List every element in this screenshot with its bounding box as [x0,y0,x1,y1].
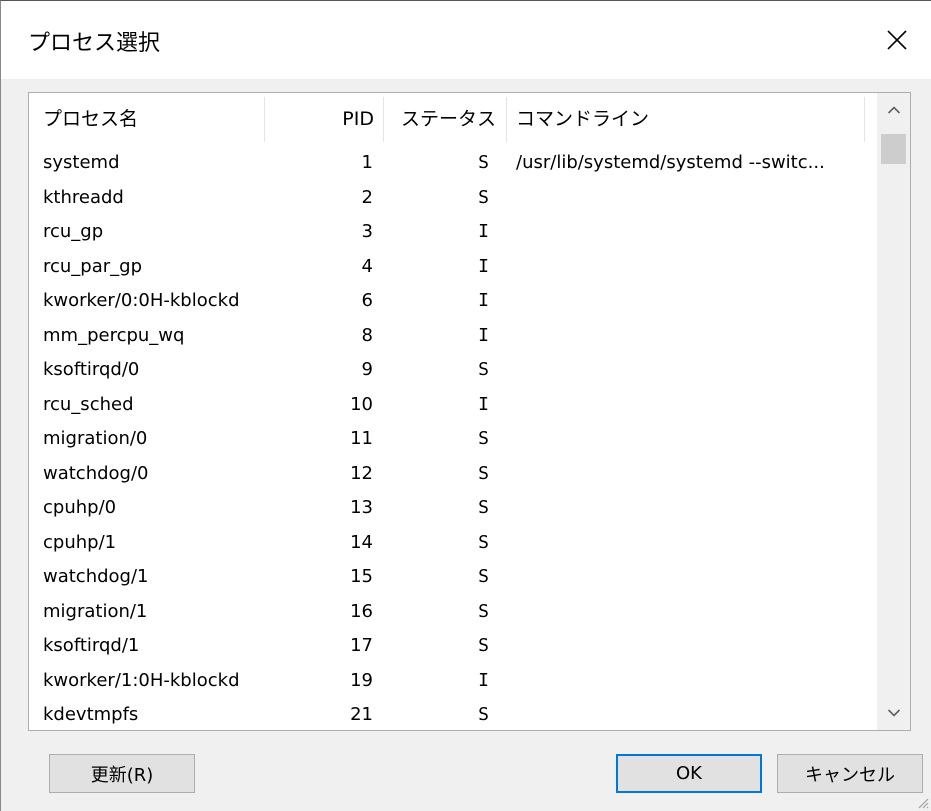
pid-cell: 15 [350,566,373,587]
status-cell: S [478,428,489,449]
column-divider[interactable] [864,97,865,142]
column-header-process-name[interactable]: プロセス名 [43,93,138,146]
list-header: プロセス名 PID ステータス コマンドライン [29,93,878,146]
close-icon [887,30,907,50]
table-row[interactable]: mm_percpu_wq 8 I [29,319,878,354]
pid-cell: 16 [350,600,373,622]
table-row[interactable]: cpuhp/0 13 S [29,491,878,526]
table-row[interactable]: migration/0 11 S [29,422,878,457]
table-row[interactable]: kthreadd 2 S [29,181,878,216]
column-header-pid[interactable]: PID [314,93,374,146]
process-name-cell: kworker/1:0H-kblockd [43,669,240,691]
pid-cell: 8 [361,324,373,346]
pid-cell: 10 [350,393,373,415]
pid-cell: 17 [350,635,373,656]
table-row[interactable]: ksoftirqd/0 9 S [29,353,878,388]
process-name-cell: kthreadd [43,186,124,208]
status-cell: S [478,359,489,380]
process-name-cell: kworker/0:0H-kblockd [43,290,240,311]
status-cell: I [478,324,489,346]
pid-cell: 6 [361,290,373,311]
column-divider[interactable] [506,97,507,142]
refresh-button[interactable]: 更新(R) [49,754,195,793]
status-cell: S [478,600,489,622]
pid-cell: 13 [350,497,373,518]
close-button[interactable] [863,1,931,79]
process-name-cell: watchdog/1 [43,566,149,587]
vertical-scrollbar[interactable] [877,93,910,730]
process-name-cell: kdevtmpfs [43,704,139,725]
pid-cell: 1 [361,152,373,173]
process-name-cell: rcu_gp [43,221,104,242]
status-cell: S [478,186,489,208]
table-row[interactable]: ksoftirqd/1 17 S [29,629,878,664]
process-name-cell: ksoftirqd/1 [43,635,140,656]
pid-cell: 9 [361,359,373,380]
process-name-cell: mm_percpu_wq [43,324,185,346]
column-divider[interactable] [383,97,384,142]
table-row[interactable]: rcu_gp 3 I [29,215,878,250]
pid-cell: 19 [350,669,373,691]
pid-cell: 14 [350,531,373,553]
status-cell: I [478,393,489,415]
pid-cell: 4 [361,255,373,277]
table-row[interactable]: systemd 1 S/usr/lib/systemd/systemd --swit… [29,146,878,181]
table-row[interactable]: cpuhp/1 14 S [29,526,878,561]
status-cell: I [478,221,489,242]
pid-cell: 3 [361,221,373,242]
column-header-status[interactable]: ステータス [401,93,496,146]
chevron-up-icon [887,106,900,114]
status-cell: I [478,255,489,277]
ok-button[interactable]: OK [616,754,762,793]
scroll-up-button[interactable] [877,93,910,127]
dialog-title: プロセス選択 [28,31,161,56]
process-name-cell: migration/0 [43,428,148,449]
table-row[interactable]: kworker/0:0H-kblockd 6 I [29,284,878,319]
pid-cell: 2 [361,186,373,208]
table-row[interactable]: migration/1 16 S [29,595,878,630]
scroll-thumb[interactable] [881,134,906,164]
status-cell: S [478,704,489,725]
cancel-button[interactable]: キャンセル [777,754,923,793]
pid-cell: 12 [350,462,373,484]
status-cell: S [478,497,489,518]
process-name-cell: watchdog/0 [43,462,149,484]
status-cell: S [478,462,489,484]
table-row[interactable]: rcu_sched 10 I [29,388,878,423]
process-name-cell: migration/1 [43,600,148,622]
pid-cell: 11 [350,428,373,449]
resize-grip-icon[interactable] [915,795,929,809]
status-cell: S [478,566,489,587]
process-name-cell: cpuhp/1 [43,531,117,553]
process-name-cell: systemd [43,152,120,173]
column-divider[interactable] [264,97,265,142]
table-row[interactable]: kworker/1:0H-kblockd 19 I [29,664,878,699]
process-list[interactable]: プロセス名 PID ステータス コマンドライン systemd 1 S/usr/li… [28,92,911,731]
process-name-cell: ksoftirqd/0 [43,359,140,380]
title-bar: プロセス選択 [1,1,931,79]
process-name-cell: cpuhp/0 [43,497,117,518]
table-row[interactable]: rcu_par_gp 4 I [29,250,878,285]
status-cell: I [478,669,489,691]
table-row[interactable]: watchdog/0 12 S [29,457,878,492]
list-rows: systemd 1 S/usr/lib/systemd/systemd --swit… [29,146,878,730]
status-cell: S [478,635,489,656]
scroll-down-button[interactable] [877,696,910,730]
status-cell: S [478,152,489,173]
chevron-down-icon [887,709,900,717]
process-select-dialog: プロセス選択 プロセス名 PID ステータス コマンドライン systemd 1 S… [0,0,931,811]
table-row[interactable]: watchdog/1 15 S [29,560,878,595]
status-cell: S [478,531,489,553]
command-line-cell: /usr/lib/systemd/systemd --switc... [516,152,825,173]
status-cell: I [478,290,489,311]
table-row[interactable]: kdevtmpfs 21 S [29,698,878,730]
process-name-cell: rcu_sched [43,393,134,415]
column-header-command-line[interactable]: コマンドライン [516,93,649,146]
pid-cell: 21 [350,704,373,725]
process-name-cell: rcu_par_gp [43,255,143,277]
